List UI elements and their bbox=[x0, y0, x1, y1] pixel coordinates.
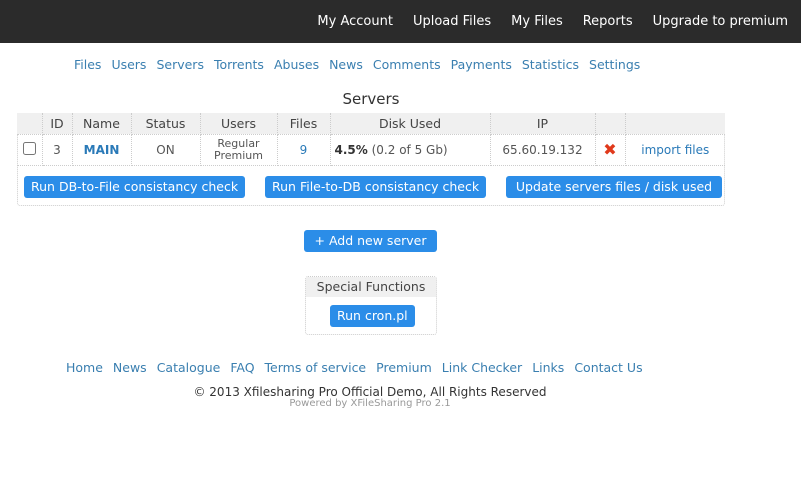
update-servers-button[interactable]: Update servers files / disk used bbox=[506, 176, 722, 198]
col-name: Name bbox=[72, 113, 132, 135]
server-ip: 65.60.19.132 bbox=[490, 134, 596, 166]
powered-by: Powered by XFileSharing Pro 2.1 bbox=[289, 398, 451, 409]
admin-nav-servers[interactable]: Servers bbox=[156, 57, 204, 72]
delete-icon[interactable]: ✖ bbox=[603, 140, 616, 159]
col-users: Users bbox=[200, 113, 278, 135]
special-functions-title: Special Functions bbox=[306, 277, 436, 297]
admin-nav-users[interactable]: Users bbox=[111, 57, 146, 72]
nav-my-files[interactable]: My Files bbox=[511, 14, 563, 29]
disk-detail: (0.2 of 5 Gb) bbox=[371, 142, 448, 157]
admin-nav-torrents[interactable]: Torrents bbox=[214, 57, 264, 72]
footer-contact[interactable]: Contact Us bbox=[574, 360, 642, 375]
col-files: Files bbox=[277, 113, 331, 135]
admin-nav-news[interactable]: News bbox=[329, 57, 363, 72]
server-status: ON bbox=[131, 134, 201, 166]
footer-link-checker[interactable]: Link Checker bbox=[442, 360, 522, 375]
col-id: ID bbox=[42, 113, 73, 135]
footer-tos[interactable]: Terms of service bbox=[265, 360, 367, 375]
admin-nav-abuses[interactable]: Abuses bbox=[274, 57, 319, 72]
run-cron-button[interactable]: Run cron.pl bbox=[330, 305, 415, 327]
user-type-premium: Premium bbox=[214, 148, 263, 162]
add-server-button[interactable]: + Add new server bbox=[304, 230, 437, 252]
disk-percent: 4.5% bbox=[334, 142, 368, 157]
top-navbar: My Account Upload Files My Files Reports… bbox=[0, 0, 801, 43]
nav-my-account[interactable]: My Account bbox=[317, 14, 393, 29]
files-count-link[interactable]: 9 bbox=[300, 143, 308, 157]
servers-table: ID Name Status Users Files Disk Used IP … bbox=[17, 113, 725, 166]
admin-nav-files[interactable]: Files bbox=[74, 57, 101, 72]
footer-home[interactable]: Home bbox=[66, 360, 103, 375]
db-to-file-check-button[interactable]: Run DB-to-File consistancy check bbox=[24, 176, 246, 198]
footer-faq[interactable]: FAQ bbox=[230, 360, 254, 375]
nav-upgrade[interactable]: Upgrade to premium bbox=[653, 14, 788, 29]
footer-nav: Home News Catalogue FAQ Terms of service… bbox=[66, 360, 653, 375]
nav-upload-files[interactable]: Upload Files bbox=[413, 14, 491, 29]
col-ip: IP bbox=[490, 113, 596, 135]
col-disk: Disk Used bbox=[330, 113, 491, 135]
file-to-db-check-button[interactable]: Run File-to-DB consistancy check bbox=[265, 176, 487, 198]
server-id: 3 bbox=[42, 134, 73, 166]
server-name-link[interactable]: MAIN bbox=[84, 143, 120, 157]
page-title: Servers bbox=[342, 90, 400, 108]
footer-premium[interactable]: Premium bbox=[376, 360, 432, 375]
col-delete bbox=[595, 113, 626, 135]
table-row: 3 MAIN ON Regular Premium 9 4.5% (0.2 of … bbox=[17, 134, 725, 166]
col-status: Status bbox=[131, 113, 201, 135]
footer-news[interactable]: News bbox=[113, 360, 147, 375]
footer-links[interactable]: Links bbox=[532, 360, 564, 375]
admin-nav-statistics[interactable]: Statistics bbox=[522, 57, 579, 72]
col-select bbox=[17, 113, 43, 135]
footer-catalogue[interactable]: Catalogue bbox=[157, 360, 221, 375]
copyright: © 2013 Xfilesharing Pro Official Demo, A… bbox=[193, 385, 547, 399]
admin-nav: Files Users Servers Torrents Abuses News… bbox=[74, 57, 650, 72]
col-action bbox=[625, 113, 725, 135]
nav-reports[interactable]: Reports bbox=[583, 14, 633, 29]
admin-nav-comments[interactable]: Comments bbox=[373, 57, 441, 72]
admin-nav-payments[interactable]: Payments bbox=[451, 57, 512, 72]
admin-nav-settings[interactable]: Settings bbox=[589, 57, 640, 72]
import-files-link[interactable]: import files bbox=[641, 143, 709, 157]
row-checkbox[interactable] bbox=[22, 141, 36, 155]
